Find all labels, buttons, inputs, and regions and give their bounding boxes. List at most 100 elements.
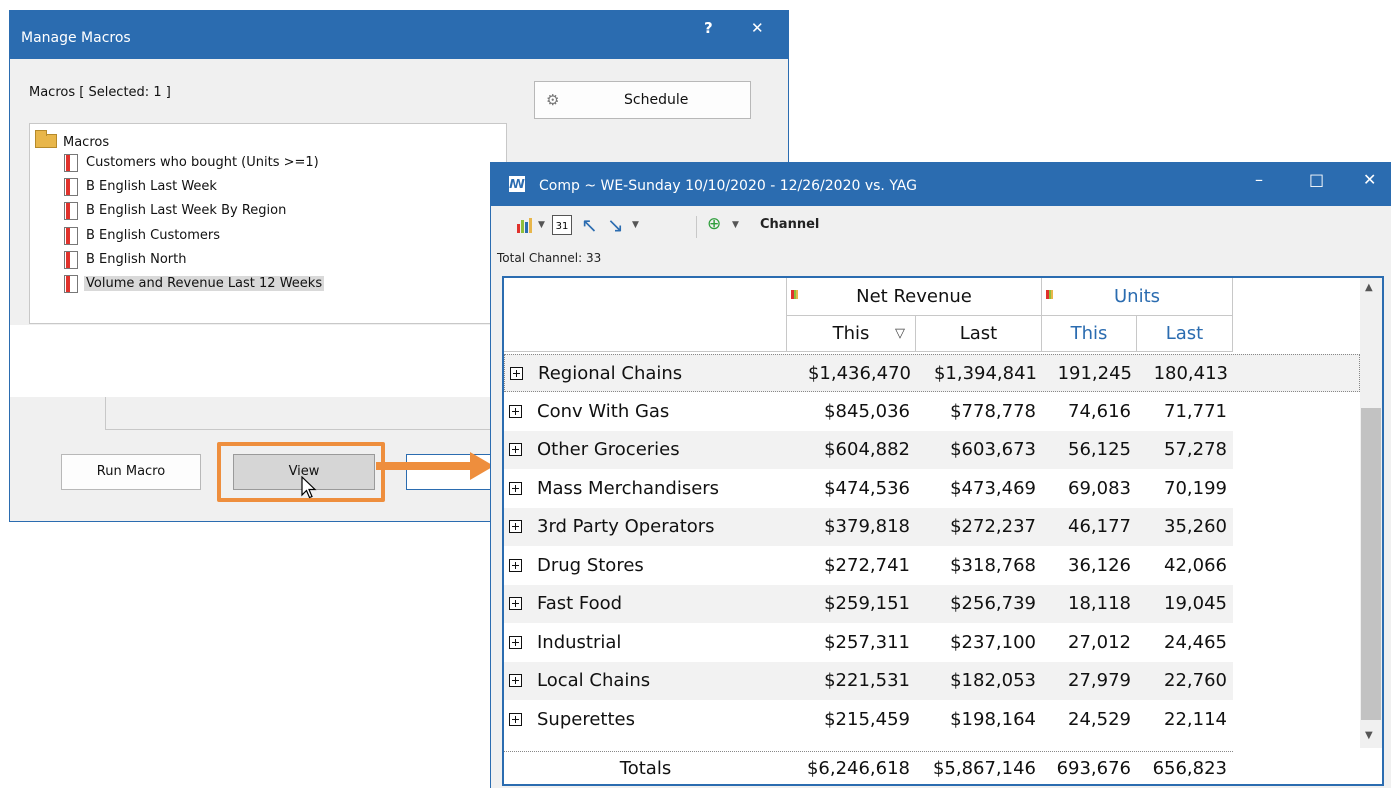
units-last-header[interactable]: Last [1137, 316, 1233, 352]
data-grid[interactable]: Net Revenue Units This ▽ Last This Last … [502, 276, 1384, 786]
table-row[interactable]: Industrial $257,311 $237,100 27,012 24,465 [504, 624, 1233, 662]
expand-icon[interactable] [509, 443, 522, 456]
macros-tree[interactable]: Macros Customers who bought (Units >=1) … [29, 123, 507, 324]
revenue-last-cell: $603,673 [950, 439, 1036, 460]
macro-item[interactable]: Customers who bought (Units >=1) [64, 153, 321, 173]
chart-icon[interactable] [516, 216, 534, 234]
tree-root-macros[interactable]: Macros [35, 130, 109, 150]
units-last-label: Last [1165, 323, 1204, 344]
revenue-last-header[interactable]: Last [916, 316, 1042, 352]
macro-item[interactable]: B English Last Week By Region [64, 201, 288, 221]
table-row[interactable]: Local Chains $221,531 $182,053 27,979 22,760 [504, 662, 1233, 700]
scroll-thumb[interactable] [1361, 408, 1381, 720]
units-this-cell: 36,126 [1068, 554, 1131, 576]
sort-descending-icon: ▽ [895, 326, 905, 341]
total-channel-label: Total Channel: 33 [497, 251, 602, 265]
expand-icon[interactable] [509, 481, 522, 495]
revenue-last-cell: $198,164 [950, 708, 1036, 730]
expand-icon[interactable] [509, 712, 522, 726]
expand-icon[interactable] [509, 404, 522, 418]
table-row[interactable]: Fast Food $259,151 $256,739 18,118 19,045 [504, 585, 1233, 623]
units-this-cell: 27,012 [1068, 631, 1131, 653]
revenue-this-header[interactable]: This ▽ [787, 316, 916, 352]
revenue-this-cell: $474,536 [824, 477, 910, 499]
macro-item-label: B English North [86, 252, 187, 267]
chevron-down-icon[interactable]: ▼ [732, 220, 739, 230]
scroll-up-icon[interactable]: ▲ [1365, 282, 1373, 293]
callout-arrow [376, 462, 472, 470]
row-name: Other Groceries [537, 439, 680, 460]
expand-icon[interactable] [509, 635, 522, 649]
revenue-this-cell: $272,741 [824, 554, 910, 576]
revenue-this-cell: $215,459 [824, 708, 910, 730]
table-row[interactable]: Drug Stores $272,741 $318,768 36,126 42,066 [504, 547, 1233, 585]
revenue-this-cell: $1,436,470 [807, 363, 911, 384]
row-name: Local Chains [537, 670, 651, 691]
table-row[interactable]: Mass Merchandisers $474,536 $473,469 69,083… [504, 470, 1233, 508]
expand-icon[interactable] [509, 558, 522, 572]
units-this-cell: 56,125 [1068, 439, 1131, 460]
units-last-cell: 35,260 [1164, 516, 1227, 537]
units-this-cell: 27,979 [1068, 670, 1131, 691]
total-revenue-last: $5,867,146 [932, 758, 1036, 779]
macro-item[interactable]: B English Last Week [64, 177, 219, 197]
units-label: Units [1113, 286, 1161, 307]
units-last-cell: 70,199 [1164, 477, 1227, 499]
table-row[interactable]: Regional Chains $1,436,470 $1,394,841 191,2… [504, 354, 1360, 392]
expand-icon[interactable] [509, 597, 522, 610]
revenue-last-label: Last [959, 323, 998, 344]
expand-icon[interactable] [509, 520, 522, 533]
add-icon[interactable]: ⊕ [707, 214, 721, 234]
run-macro-button[interactable]: Run Macro [61, 454, 201, 490]
revenue-last-cell: $778,778 [950, 400, 1036, 422]
row-name: Industrial [537, 631, 622, 653]
total-revenue-this: $6,246,618 [806, 758, 910, 779]
close-icon[interactable]: ✕ [751, 19, 764, 37]
units-this-label: This [1070, 323, 1108, 344]
total-units-this: 693,676 [1056, 758, 1131, 779]
maximize-icon[interactable]: □ [1309, 170, 1324, 189]
chevron-down-icon[interactable]: ▼ [632, 220, 639, 230]
macro-document-icon [64, 177, 78, 196]
net-revenue-header[interactable]: Net Revenue [787, 278, 1042, 316]
table-row[interactable]: Conv With Gas $845,036 $778,778 74,616 71,77… [504, 393, 1233, 431]
row-name: Conv With Gas [537, 400, 670, 422]
macro-item[interactable]: B English North [64, 250, 188, 270]
macro-item[interactable]: B English Customers [64, 226, 222, 246]
scroll-down-icon[interactable]: ▼ [1365, 730, 1373, 741]
units-header[interactable]: Units [1042, 278, 1233, 316]
corner-header [504, 278, 787, 352]
revenue-last-cell: $1,394,841 [933, 363, 1037, 384]
macro-item-selected[interactable]: Volume and Revenue Last 12 Weeks [64, 274, 325, 294]
vertical-scrollbar[interactable]: ▲ ▼ [1360, 278, 1382, 748]
table-row[interactable]: Superettes $215,459 $198,164 24,529 22,114 [504, 701, 1233, 739]
folder-icon [35, 130, 57, 148]
macro-document-icon [64, 250, 78, 269]
schedule-button[interactable]: ⚙ Schedule [534, 81, 751, 119]
revenue-this-label: This [832, 323, 870, 344]
help-icon[interactable]: ? [704, 19, 713, 37]
units-last-cell: 22,760 [1164, 670, 1227, 691]
channel-dimension-label[interactable]: Channel [760, 217, 819, 232]
units-last-cell: 180,413 [1153, 363, 1228, 384]
revenue-last-cell: $256,739 [950, 593, 1036, 614]
chevron-down-icon[interactable]: ▼ [538, 220, 545, 230]
calendar-icon[interactable]: 31 [552, 215, 572, 235]
cropped-area [10, 325, 490, 397]
row-name: Fast Food [537, 593, 623, 614]
table-row[interactable]: Other Groceries $604,882 $603,673 56,125 57,… [504, 431, 1233, 469]
arrow-up-left-icon[interactable]: ↖ [581, 213, 598, 237]
expand-icon[interactable] [509, 674, 522, 687]
row-name: Drug Stores [537, 554, 644, 576]
close-icon[interactable]: ✕ [1363, 170, 1376, 189]
net-revenue-label: Net Revenue [856, 286, 972, 307]
total-units-last: 656,823 [1152, 758, 1227, 779]
arrow-down-right-icon[interactable]: ↘ [607, 213, 624, 237]
measure-bar-icon [791, 290, 798, 299]
units-last-cell: 24,465 [1164, 631, 1227, 653]
units-last-cell: 71,771 [1164, 400, 1227, 422]
table-row[interactable]: 3rd Party Operators $379,818 $272,237 46,17… [504, 508, 1233, 546]
expand-icon[interactable] [510, 367, 523, 380]
minimize-icon[interactable]: – [1255, 170, 1263, 189]
units-this-header[interactable]: This [1042, 316, 1137, 352]
